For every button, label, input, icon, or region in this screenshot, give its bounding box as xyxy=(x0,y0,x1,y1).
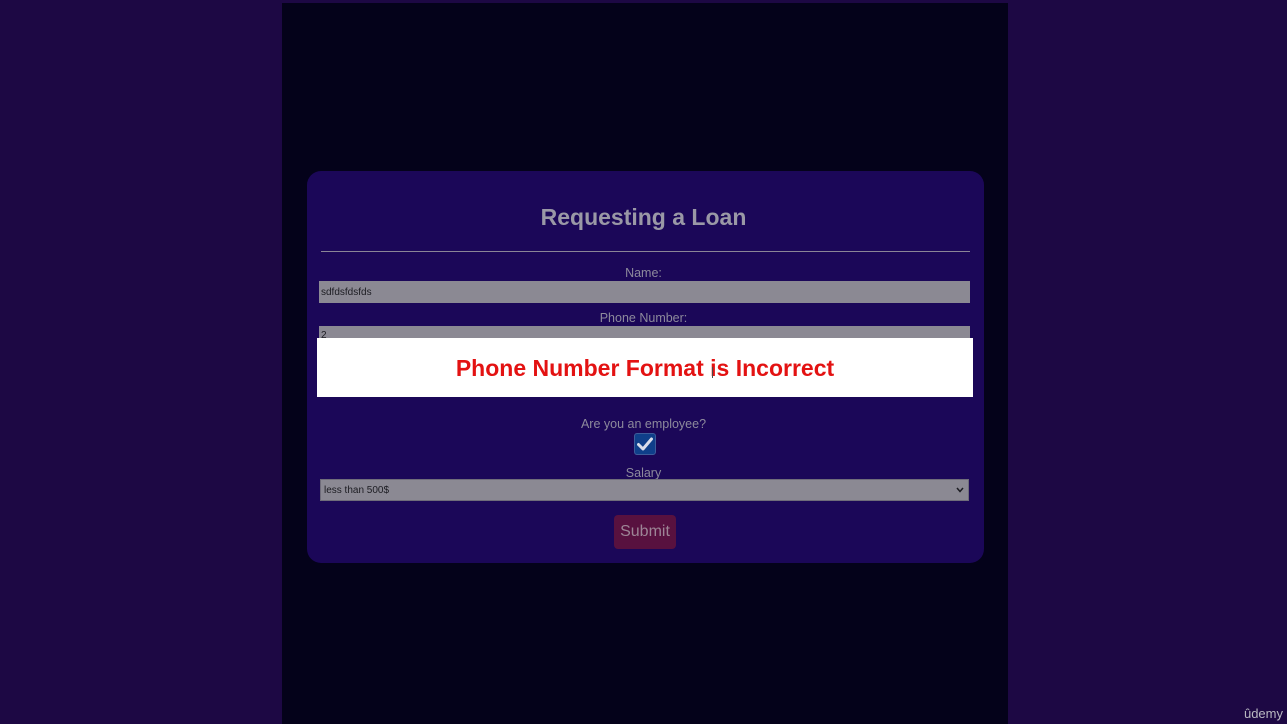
salary-select[interactable]: less than 500$ xyxy=(320,479,969,501)
employee-checkbox[interactable] xyxy=(634,433,656,455)
salary-selected-value: less than 500$ xyxy=(324,484,390,496)
checkmark-icon xyxy=(637,437,653,451)
phone-input[interactable] xyxy=(319,326,970,338)
error-message: Phone Number Format is Incorrect xyxy=(455,354,835,381)
udemy-watermark: ûdemy xyxy=(1243,706,1283,721)
chevron-down-icon xyxy=(956,487,964,493)
form-title: Requesting a Loan xyxy=(540,204,747,230)
error-banner: Phone Number Format is Incorrect xyxy=(317,338,973,397)
name-label: Name: xyxy=(625,266,662,280)
title-divider xyxy=(321,251,970,252)
employee-label: Are you an employee? xyxy=(580,417,707,431)
name-input[interactable] xyxy=(319,281,970,303)
text-cursor-icon xyxy=(712,367,715,378)
phone-label: Phone Number: xyxy=(599,311,688,325)
submit-button[interactable]: Submit xyxy=(614,515,676,549)
